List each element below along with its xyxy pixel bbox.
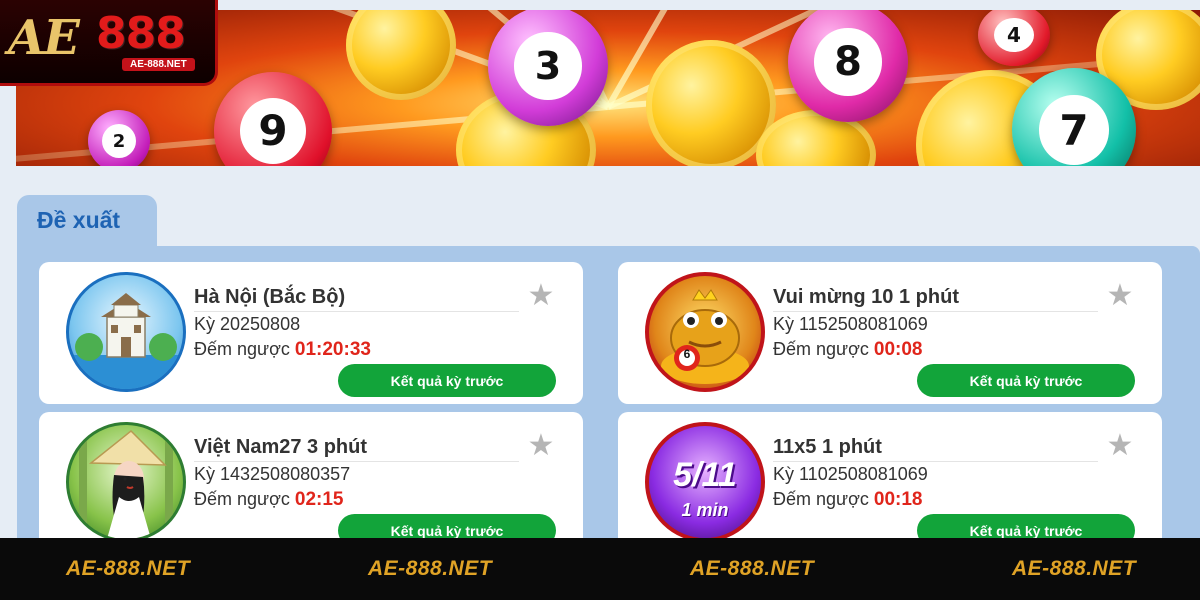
logo-ae-text: AE — [8, 10, 80, 66]
countdown-label: Đếm ngược — [773, 489, 869, 509]
game-period: Kỳ 1102508081069 — [773, 464, 928, 484]
coin-decoration — [346, 10, 456, 100]
avatar-ball-number: 6 — [683, 347, 691, 361]
watermark-footer: AE-888.NET AE-888.NET AE-888.NET AE-888.… — [0, 538, 1200, 600]
game-title: Hà Nội (Bắc Bộ) — [194, 286, 519, 312]
footer-watermark: AE-888.NET — [66, 557, 191, 580]
footer-watermark: AE-888.NET — [690, 557, 815, 580]
avatar-game-code: 5/11 — [673, 456, 737, 494]
lottery-ball: 3 — [488, 10, 608, 126]
footer-watermark: AE-888.NET — [1012, 557, 1137, 580]
game-card[interactable]: 5/11 1 min 11x5 1 phút Kỳ 1102508081069 … — [618, 412, 1162, 554]
game-title: 11x5 1 phút — [773, 436, 1098, 462]
game-countdown: Đếm ngược 00:08 — [773, 339, 923, 361]
lottery-ball: 8 — [788, 10, 908, 122]
toad-icon — [661, 289, 749, 384]
game-countdown: Đếm ngược 01:20:33 — [194, 339, 371, 361]
avatar-game-sub: 1 min — [681, 500, 729, 520]
game-title: Việt Nam27 3 phút — [194, 436, 519, 462]
game-countdown: Đếm ngược 02:15 — [194, 489, 344, 511]
star-icon[interactable]: ★ — [527, 431, 555, 461]
lottery-ball: 2 — [88, 110, 150, 166]
game-period: Kỳ 20250808 — [194, 314, 301, 334]
lottery-ball: 9 — [214, 72, 332, 166]
star-icon[interactable]: ★ — [1106, 281, 1134, 311]
game-title: Vui mừng 10 1 phút — [773, 286, 1098, 312]
logo-number-text: 888 — [96, 8, 186, 59]
game-avatar-viet-nam — [66, 422, 186, 542]
countdown-value: 00:08 — [873, 339, 923, 360]
game-period: Kỳ 1152508081069 — [773, 314, 928, 334]
temple-icon — [69, 293, 183, 389]
game-card[interactable]: Hà Nội (Bắc Bộ) Kỳ 20250808 Đếm ngược 01:… — [39, 262, 583, 404]
game-countdown: Đếm ngược 00:18 — [773, 489, 923, 511]
brand-logo[interactable]: AE 888 AE-888.NET — [0, 0, 218, 86]
star-icon[interactable]: ★ — [1106, 431, 1134, 461]
countdown-value: 00:18 — [873, 489, 923, 510]
countdown-label: Đếm ngược — [194, 489, 290, 509]
game-card[interactable]: 6 Vui mừng 10 1 phút Kỳ 1152508081069 Đế… — [618, 262, 1162, 404]
star-icon[interactable]: ★ — [527, 281, 555, 311]
footer-watermark: AE-888.NET — [368, 557, 493, 580]
countdown-label: Đếm ngược — [773, 339, 869, 359]
game-card[interactable]: Việt Nam27 3 phút Kỳ 1432508080357 Đếm n… — [39, 412, 583, 554]
logo-site-label: AE-888.NET — [122, 58, 195, 71]
game-period: Kỳ 1432508080357 — [194, 464, 351, 484]
previous-result-button[interactable]: Kết quả kỳ trước — [917, 364, 1135, 397]
countdown-label: Đếm ngược — [194, 339, 290, 359]
game-avatar-hanoi — [66, 272, 186, 392]
countdown-value: 02:15 — [294, 489, 344, 510]
game-avatar-11x5: 5/11 1 min — [645, 422, 765, 542]
woman-conical-hat-icon — [79, 429, 173, 539]
previous-result-button[interactable]: Kết quả kỳ trước — [338, 364, 556, 397]
lottery-ball: 4 — [978, 10, 1050, 66]
game-avatar-vui-mung: 6 — [645, 272, 765, 392]
tab-recommended[interactable]: Đề xuất — [17, 195, 157, 249]
recommended-panel: Hà Nội (Bắc Bộ) Kỳ 20250808 Đếm ngược 01:… — [17, 246, 1200, 554]
countdown-value: 01:20:33 — [294, 339, 371, 360]
